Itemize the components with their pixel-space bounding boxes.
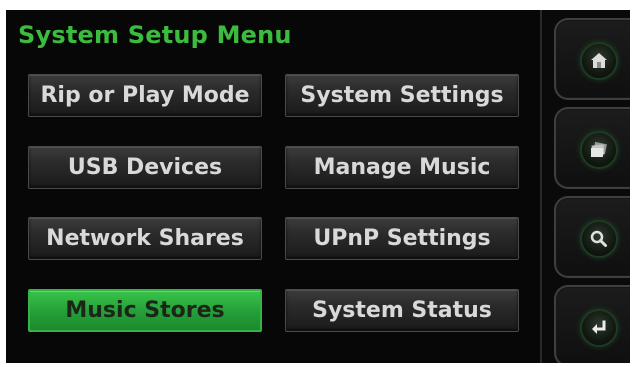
- usb-devices-label: USB Devices: [67, 155, 223, 180]
- system-status-label: System Status: [312, 298, 492, 323]
- rip-or-play-mode-label: Rip or Play Mode: [40, 83, 250, 108]
- search-icon: [582, 222, 616, 256]
- page-title: System Setup Menu: [18, 21, 292, 49]
- search-button[interactable]: [554, 196, 630, 278]
- music-stores-button[interactable]: Music Stores: [28, 289, 262, 332]
- return-icon: [582, 311, 616, 345]
- manage-music-label: Manage Music: [313, 155, 491, 180]
- system-setup-screen: System Setup Menu Rip or Play Mode Syste…: [6, 10, 630, 363]
- network-shares-label: Network Shares: [46, 226, 244, 251]
- system-settings-button[interactable]: System Settings: [285, 74, 519, 117]
- home-button[interactable]: [554, 18, 630, 100]
- system-settings-label: System Settings: [300, 83, 504, 108]
- system-status-button[interactable]: System Status: [285, 289, 519, 332]
- manage-music-button[interactable]: Manage Music: [285, 146, 519, 189]
- return-button[interactable]: [554, 285, 630, 363]
- albums-button[interactable]: [554, 107, 630, 189]
- upnp-settings-label: UPnP Settings: [313, 226, 491, 251]
- music-stores-label: Music Stores: [65, 298, 225, 323]
- albums-icon: [582, 133, 616, 167]
- network-shares-button[interactable]: Network Shares: [28, 217, 262, 260]
- side-navigation-panel: [540, 10, 630, 363]
- upnp-settings-button[interactable]: UPnP Settings: [285, 217, 519, 260]
- usb-devices-button[interactable]: USB Devices: [28, 146, 262, 189]
- home-icon: [582, 44, 616, 78]
- rip-or-play-mode-button[interactable]: Rip or Play Mode: [28, 74, 262, 117]
